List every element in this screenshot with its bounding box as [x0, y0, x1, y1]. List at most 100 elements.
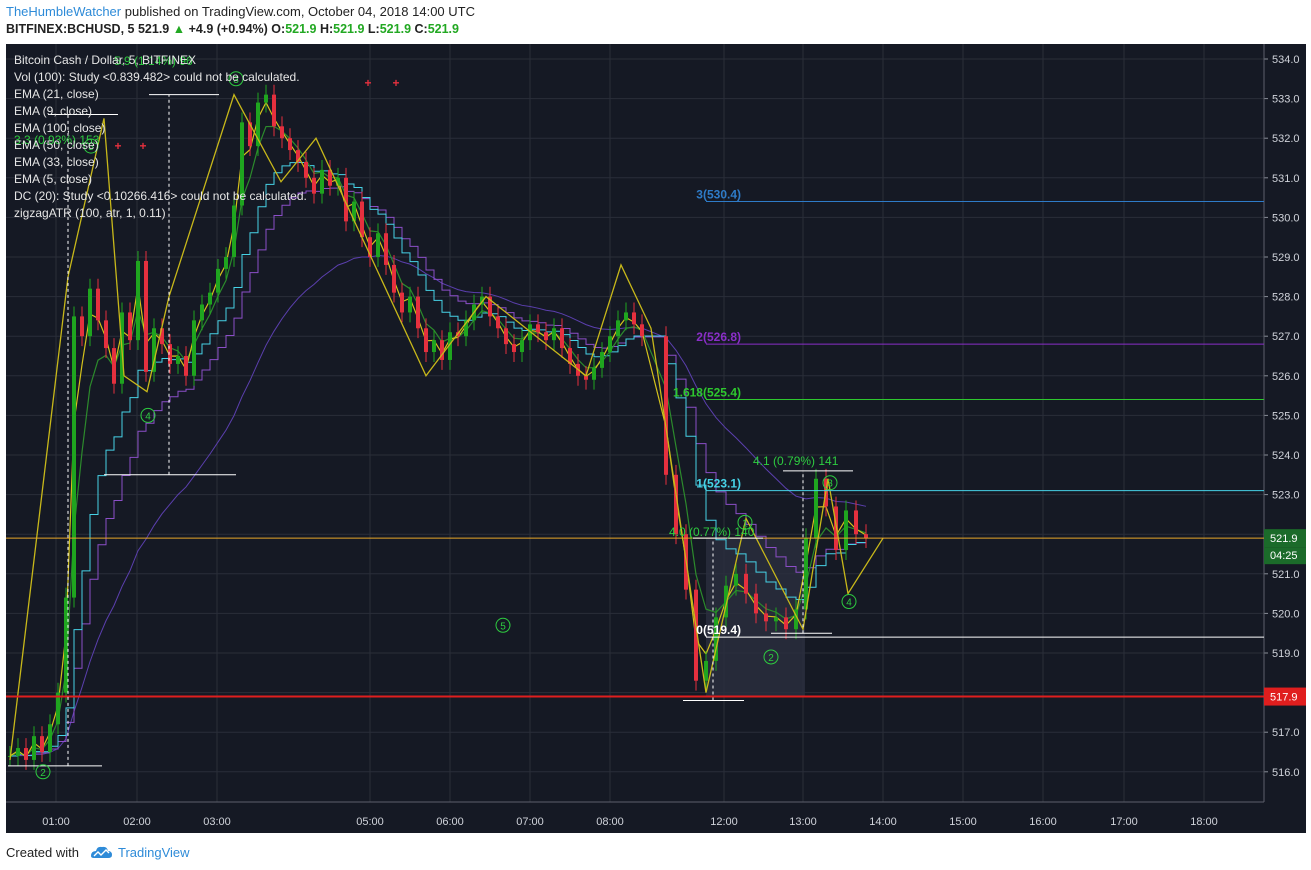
open-label: O: — [271, 22, 286, 36]
low-value: 521.9 — [379, 22, 412, 36]
candle-body — [280, 126, 284, 139]
price-tick-label: 520.0 — [1272, 608, 1300, 620]
wave-label-number: 4 — [846, 598, 852, 609]
dc-marker-cross: + — [392, 76, 399, 90]
chart-area[interactable]: 534.0 533.0 532.0 531.0 530.0 529.0 528.0 527.0… — [6, 44, 1306, 833]
close-value: 521.9 — [427, 22, 459, 36]
price-tick-label: 528.0 — [1272, 292, 1300, 304]
time-tick-label: 16:00 — [1029, 816, 1057, 828]
measure-text-label: 5.9 (1.14%) 96 — [114, 54, 193, 68]
candle-body — [112, 348, 116, 384]
dc-marker-cross: + — [139, 139, 146, 153]
fib-level-label: 0(519.4) — [696, 623, 741, 637]
up-arrow-icon: ▲ — [172, 22, 186, 36]
price-tick-label: 534.0 — [1272, 54, 1300, 66]
time-tick-label: 12:00 — [710, 816, 738, 828]
candle-body — [224, 257, 228, 269]
candle-body — [784, 617, 788, 630]
last-price-badge-label: 521.9 — [1270, 533, 1298, 545]
candle-body — [104, 320, 108, 349]
candle-body — [432, 340, 436, 353]
candle-body — [288, 138, 292, 151]
price-tick-label: 530.0 — [1272, 212, 1300, 224]
price-tick-label: 525.0 — [1272, 410, 1300, 422]
wave-label-number: 4 — [145, 411, 151, 422]
candle-body — [774, 617, 778, 622]
candle-body — [416, 296, 420, 329]
wave-label-number: 5 — [500, 621, 506, 632]
time-tick-label: 13:00 — [789, 816, 817, 828]
candle-body — [96, 288, 100, 321]
candle-body — [704, 660, 708, 681]
candle-body — [216, 268, 220, 293]
price-tick-label: 517.0 — [1272, 727, 1300, 739]
fib-level-label: 3(530.4) — [696, 188, 741, 202]
candle-body — [496, 316, 500, 329]
time-tick-label: 15:00 — [949, 816, 977, 828]
candle-body — [744, 573, 748, 594]
publication-header: TheHumbleWatcher published on TradingVie… — [0, 0, 1311, 42]
dc-marker-cross: + — [364, 76, 371, 90]
time-tick-label: 06:00 — [436, 816, 464, 828]
candle-body — [384, 233, 388, 265]
dc-marker-cross: + — [114, 139, 121, 153]
candle-body — [764, 613, 768, 622]
candle-body — [312, 177, 316, 194]
candle-body — [734, 573, 738, 586]
candle-body — [184, 356, 188, 376]
publication-line: TheHumbleWatcher published on TradingVie… — [6, 4, 475, 19]
wave-label-number: 3 — [827, 479, 833, 490]
price-chart[interactable]: 534.0 533.0 532.0 531.0 530.0 529.0 528.0 527.0… — [6, 44, 1306, 833]
chart-background — [6, 44, 1306, 833]
candle-body — [664, 336, 668, 475]
price-tick-label: 521.0 — [1272, 569, 1300, 581]
time-tick-label: 01:00 — [42, 816, 70, 828]
time-tick-label: 08:00 — [596, 816, 624, 828]
support-badge-label: 517.9 — [1270, 692, 1298, 704]
candle-body — [512, 344, 516, 353]
candle-body — [600, 352, 604, 368]
candle-body — [80, 316, 84, 337]
created-with-text: Created with — [6, 845, 79, 860]
candle-body — [392, 264, 396, 293]
price-tick-label: 524.0 — [1272, 450, 1300, 462]
candle-body — [424, 328, 428, 353]
candle-body — [592, 367, 596, 380]
candle-body — [544, 332, 548, 341]
symbol-label: BITFINEX:BCHUSD, 5 — [6, 22, 135, 36]
candle-body — [144, 260, 148, 372]
candle-body — [192, 320, 196, 376]
candle-body — [48, 724, 52, 752]
time-tick-label: 14:00 — [869, 816, 897, 828]
candle-body — [72, 316, 76, 598]
author-link[interactable]: TheHumbleWatcher — [6, 4, 121, 19]
tradingview-link[interactable]: TradingView — [118, 845, 190, 860]
candle-body — [754, 593, 758, 614]
time-tick-label: 18:00 — [1190, 816, 1218, 828]
measure-text-label: 4.1 (0.79%) 141 — [753, 454, 839, 468]
candle-body — [536, 324, 540, 333]
candle-body — [520, 340, 524, 353]
candle-body — [616, 320, 620, 337]
candle-body — [136, 260, 140, 341]
wave-label-number: 2 — [40, 768, 46, 779]
candle-body — [804, 538, 808, 610]
low-label: L: — [367, 22, 380, 36]
high-label: H: — [319, 22, 334, 36]
price-tick-label: 526.0 — [1272, 371, 1300, 383]
candle-body — [376, 233, 380, 257]
fib-level-label: 2(526.8) — [696, 330, 741, 344]
price-tick-label: 527.0 — [1272, 331, 1300, 343]
time-tick-label: 03:00 — [203, 816, 231, 828]
close-label: C: — [414, 22, 428, 36]
tradingview-logo-icon — [88, 843, 114, 866]
candle-body — [240, 122, 244, 206]
candle-body — [320, 169, 324, 194]
candle-body — [32, 736, 36, 760]
time-tick-label: 17:00 — [1110, 816, 1138, 828]
candle-body — [16, 748, 20, 756]
candle-body — [128, 312, 132, 341]
candle-body — [264, 94, 268, 103]
price-tick-label: 532.0 — [1272, 133, 1300, 145]
wave-label-number: 3 — [233, 75, 239, 86]
